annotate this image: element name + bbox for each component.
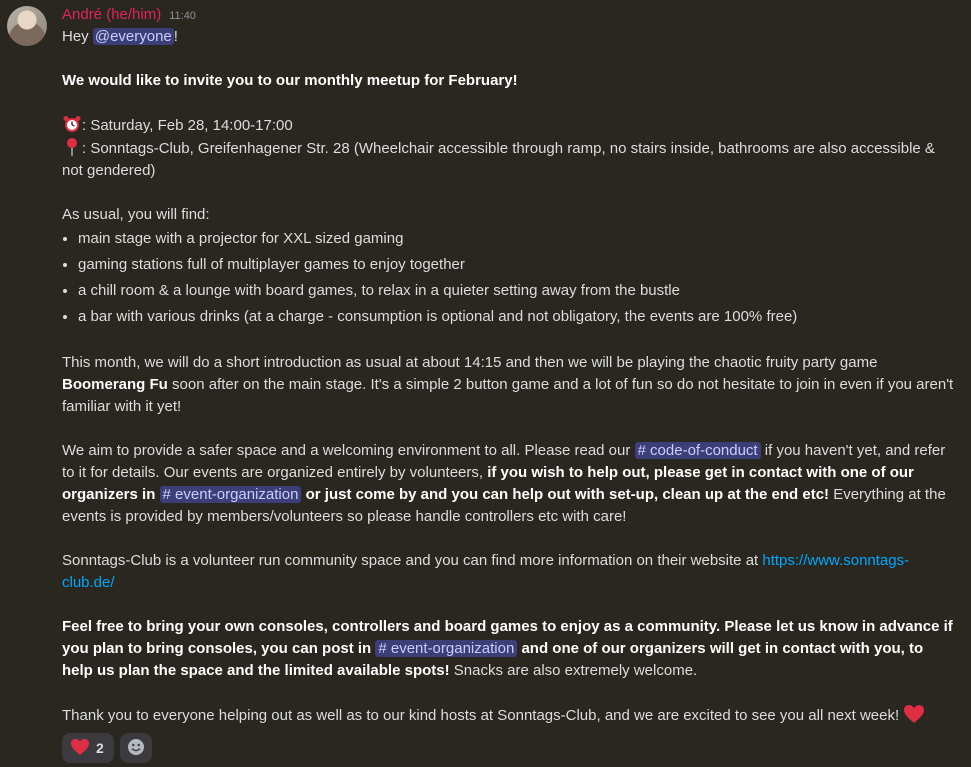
feature-list: main stage with a projector for XXL size… [62, 226, 957, 330]
event-time: : Saturday, Feb 28, 14:00-17:00 [62, 114, 957, 137]
greeting-prefix: Hey [62, 28, 93, 45]
event-organization-channel-link-2[interactable]: # event-organization [375, 640, 518, 657]
paragraph-website: Sonntags-Club is a volunteer run communi… [62, 550, 957, 594]
greeting-suffix: ! [173, 28, 178, 45]
event-time-text: : Saturday, Feb 28, 14:00-17:00 [82, 117, 293, 134]
paragraph-safer-space: We aim to provide a safer space and a we… [62, 440, 957, 528]
message-header: André (he/him) 11:40 [62, 6, 196, 26]
greeting: Hey @everyone! [62, 26, 957, 48]
list-item: gaming stations full of multiplayer game… [78, 252, 957, 278]
website-text: Sonntags-Club is a volunteer run communi… [62, 552, 763, 569]
safer-space-bold-b: or just come by and you can help out wit… [301, 486, 830, 503]
event-location-text: : Sonntags-Club, Greifenhagener Str. 28 … [62, 140, 935, 179]
thanks-text: Thank you to everyone helping out as wel… [62, 707, 904, 724]
message: André (he/him) 11:40 Hey @everyone! We w… [0, 0, 971, 767]
headline-text: We would like to invite you to our month… [62, 72, 518, 89]
game-name: Boomerang Fu [62, 376, 168, 393]
code-of-conduct-channel-link[interactable]: # code-of-conduct [634, 442, 761, 459]
smiley-icon [126, 738, 146, 758]
list-item: main stage with a projector for XXL size… [78, 226, 957, 252]
reaction-count: 2 [96, 740, 104, 756]
timestamp[interactable]: 11:40 [169, 10, 196, 22]
as-usual-text: As usual, you will find: [62, 206, 210, 223]
reactions-bar: 2 [62, 733, 152, 763]
paragraph-game-text-a: This month, we will do a short introduct… [62, 354, 878, 371]
paragraph-game: This month, we will do a short introduct… [62, 352, 957, 418]
paragraph-game-text-b: soon after on the main stage. It's a sim… [62, 376, 954, 415]
alarm-clock-icon [62, 114, 82, 134]
heart-icon [903, 704, 925, 724]
list-item: a bar with various drinks (at a charge -… [78, 304, 957, 330]
safer-space-text-a: We aim to provide a safer space and a we… [62, 442, 635, 459]
bring-text-c: Snacks are also extremely welcome. [449, 662, 698, 679]
event-organization-channel-link[interactable]: # event-organization [159, 486, 302, 503]
paragraph-thanks: Thank you to everyone helping out as wel… [62, 704, 957, 727]
add-reaction-button[interactable] [120, 733, 152, 763]
heart-reaction[interactable]: 2 [62, 733, 114, 763]
headline: We would like to invite you to our month… [62, 70, 957, 92]
everyone-mention[interactable]: @everyone [92, 28, 174, 45]
paragraph-bring: Feel free to bring your own consoles, co… [62, 616, 957, 682]
event-location: : Sonntags-Club, Greifenhagener Str. 28 … [62, 137, 957, 182]
author-name[interactable]: André (he/him) [62, 6, 161, 23]
message-content: Hey @everyone! We would like to invite y… [62, 26, 957, 727]
round-pushpin-icon [62, 137, 82, 157]
list-item: a chill room & a lounge with board games… [78, 278, 957, 304]
avatar[interactable] [7, 6, 47, 46]
heart-icon [70, 738, 90, 758]
